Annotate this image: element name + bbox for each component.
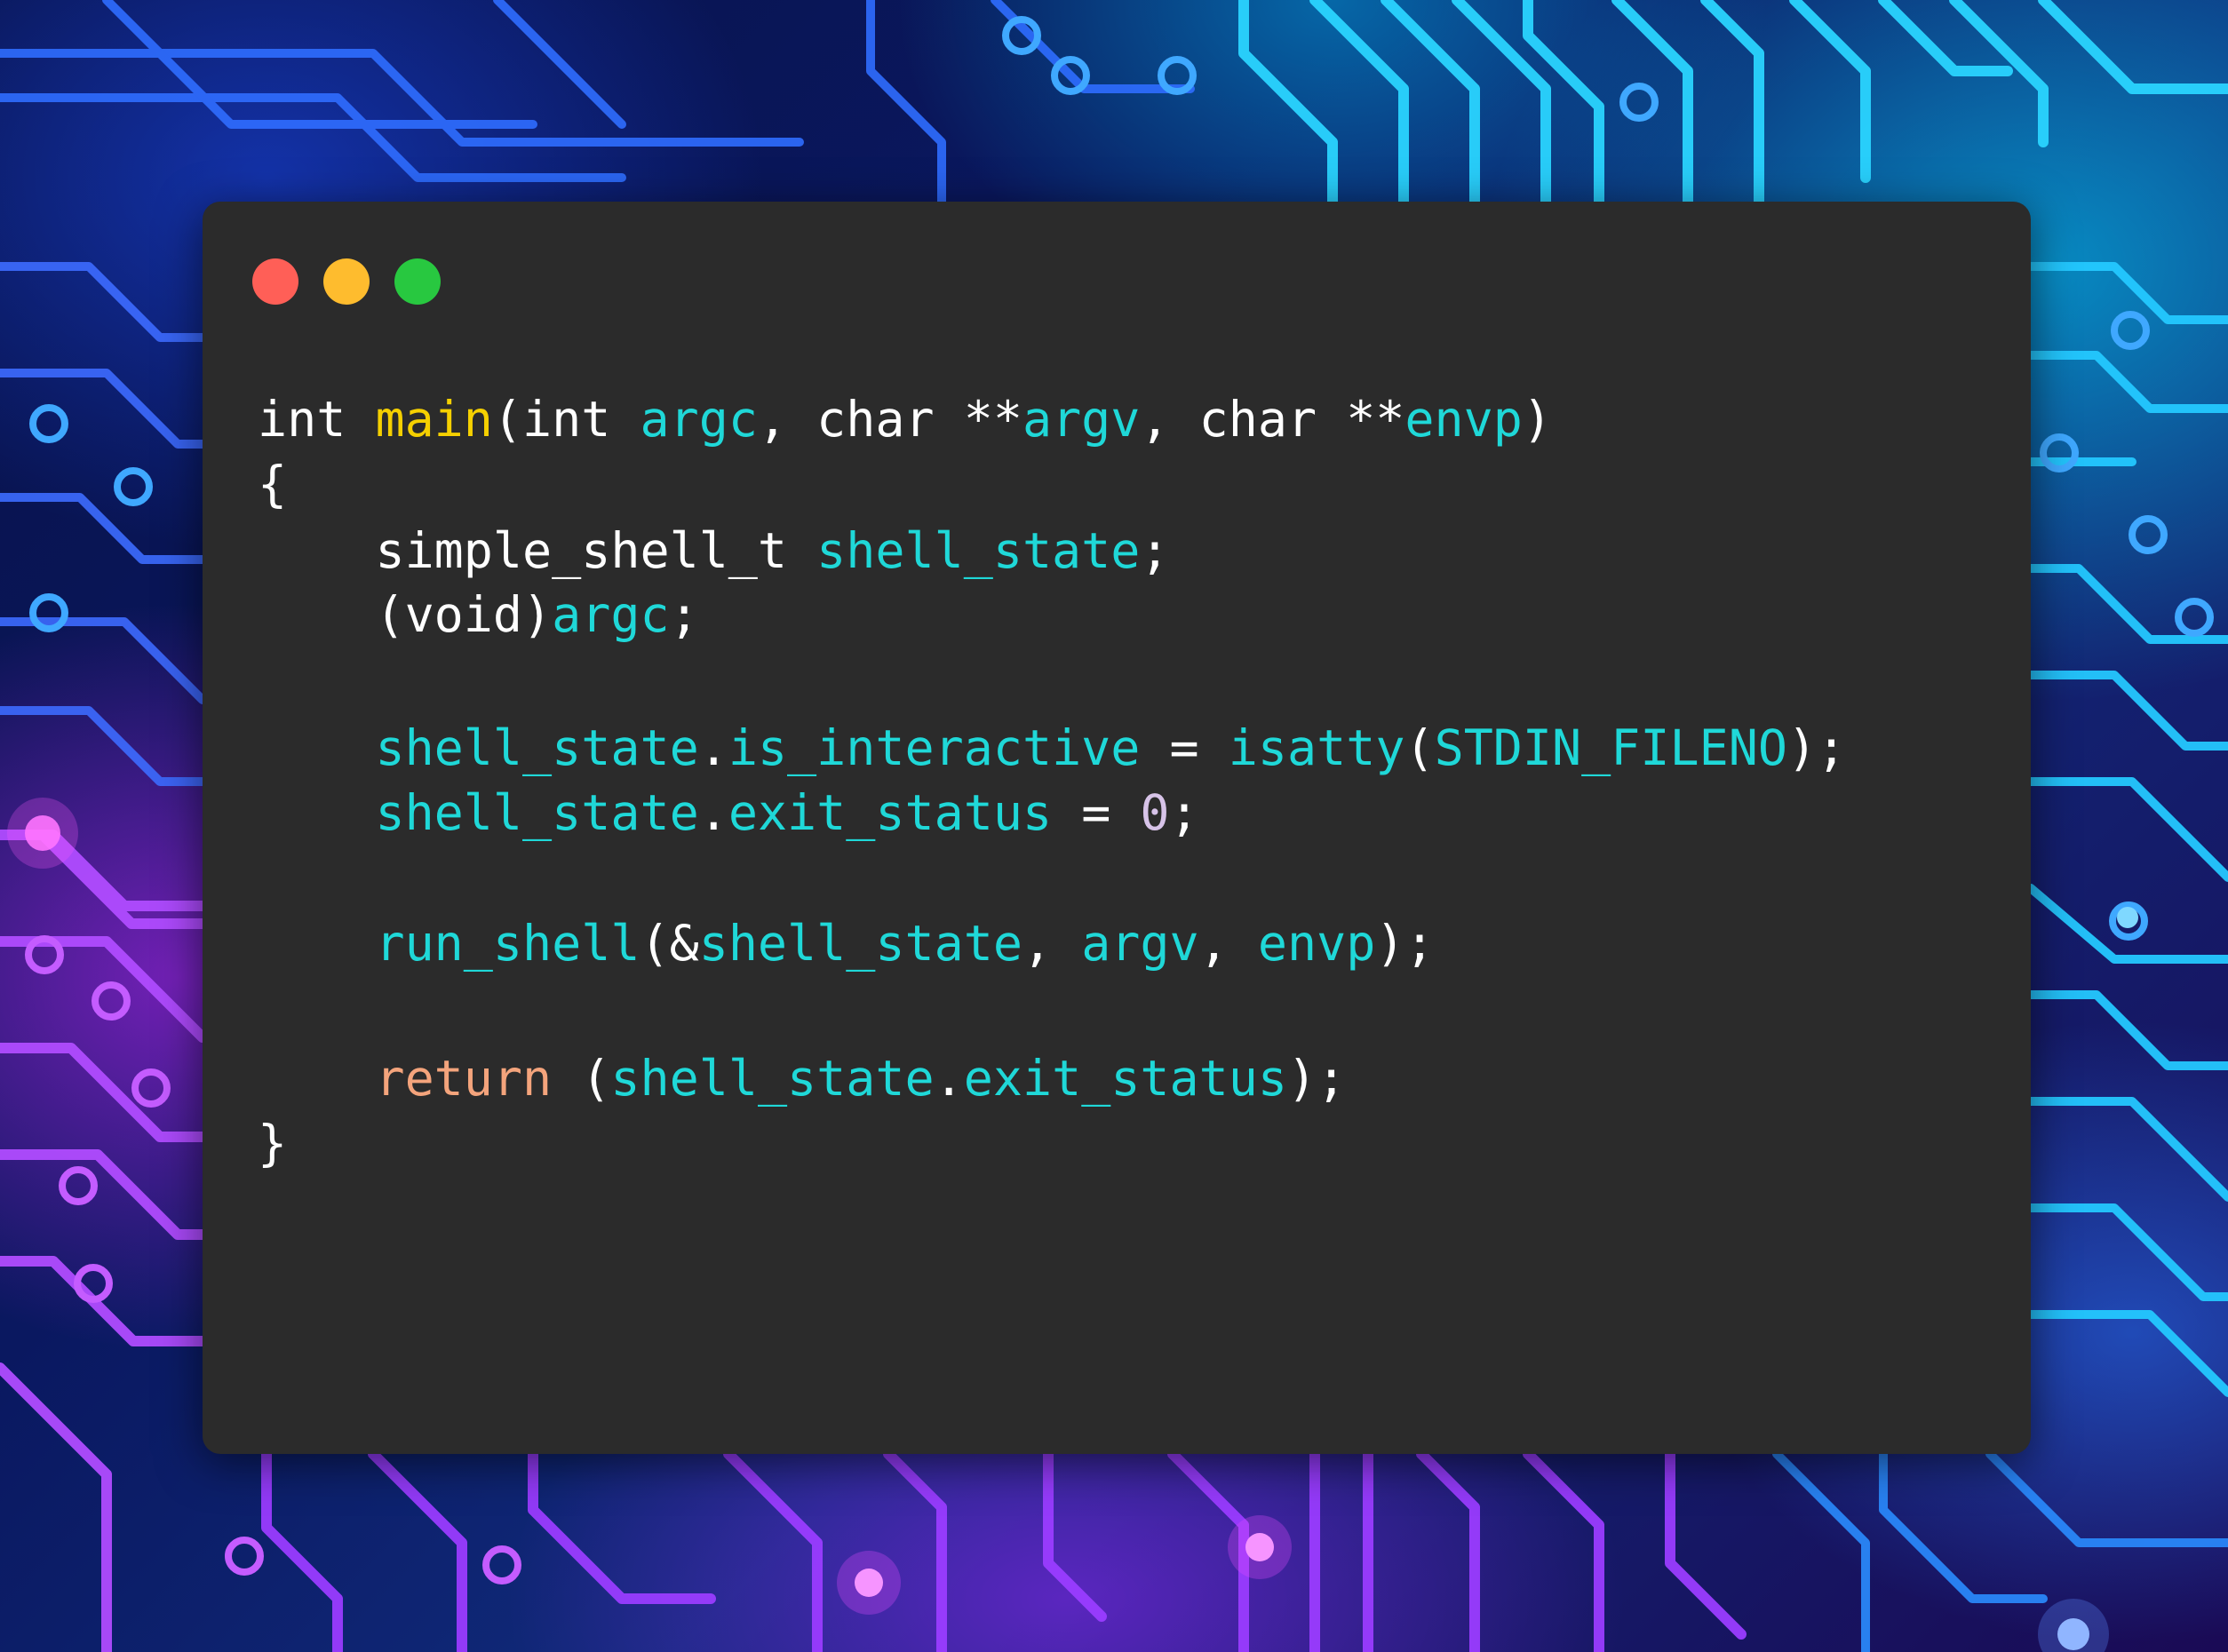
code-line: shell_state.exit_status = 0; (258, 780, 1199, 846)
code-line: } (258, 1110, 287, 1176)
code-token-plain: (void) (258, 586, 553, 643)
code-line: return (shell_state.exit_status); (258, 1045, 1346, 1111)
code-token-identifier: argc (552, 586, 670, 643)
code-token-plain: , (1022, 915, 1082, 972)
code-token-plain: ); (1287, 1050, 1347, 1107)
code-token-number: 0 (1140, 784, 1170, 841)
code-token-plain: ; (1140, 522, 1170, 579)
code-line: simple_shell_t shell_state; (258, 518, 1170, 584)
code-token-plain: } (258, 1115, 288, 1171)
code-token-plain: . (698, 719, 728, 776)
close-window-button[interactable] (252, 258, 298, 305)
code-token-plain: { (258, 456, 288, 512)
code-token-identifier: envp (1404, 391, 1523, 448)
code-token-identifier: shell_state (698, 915, 1022, 972)
code-token-identifier: exit_status (728, 784, 1053, 841)
code-token-plain: int (258, 391, 376, 448)
code-line: { (258, 451, 287, 517)
code-token-identifier: run_shell (375, 915, 641, 972)
code-editor-window: int main(int argc, char **argv, char **e… (203, 202, 2031, 1454)
code-token-plain: ); (1375, 915, 1435, 972)
code-token-keyword-return: return (375, 1050, 553, 1107)
code-line: int main(int argc, char **argv, char **e… (258, 386, 1552, 452)
code-token-function: main (375, 391, 493, 448)
code-line: shell_state.is_interactive = isatty(STDI… (258, 715, 1846, 781)
code-token-identifier: isatty (1228, 719, 1405, 776)
code-token-plain: . (934, 1050, 964, 1107)
code-token-identifier: is_interactive (728, 719, 1141, 776)
code-token-identifier: exit_status (963, 1050, 1287, 1107)
code-token-identifier: shell_state (375, 719, 699, 776)
code-token-plain: ( (1404, 719, 1435, 776)
code-token-plain: ( (552, 1050, 611, 1107)
code-token-plain: ); (1786, 719, 1847, 776)
code-token-identifier: shell_state (610, 1050, 935, 1107)
code-token-plain: = (1052, 784, 1141, 841)
code-token-plain: , char ** (1140, 391, 1405, 448)
code-token-identifier: argc (640, 391, 758, 448)
code-token-identifier: argv (1022, 391, 1141, 448)
code-token-plain: simple_shell_t (258, 522, 817, 579)
code-token-plain: = (1140, 719, 1229, 776)
minimize-window-button[interactable] (323, 258, 370, 305)
code-token-plain: , char ** (757, 391, 1022, 448)
code-token-plain: (& (640, 915, 699, 972)
code-token-plain: ) (1522, 391, 1552, 448)
code-token-identifier: argv (1081, 915, 1199, 972)
code-token-identifier: shell_state (375, 784, 699, 841)
code-token-identifier: STDIN_FILENO (1434, 719, 1787, 776)
code-line: run_shell(&shell_state, argv, envp); (258, 910, 1435, 976)
maximize-window-button[interactable] (394, 258, 441, 305)
code-token-identifier: shell_state (816, 522, 1141, 579)
code-token-plain: ; (669, 586, 699, 643)
code-token-plain: , (1198, 915, 1258, 972)
code-token-plain: (int (492, 391, 641, 448)
code-token-plain: ; (1169, 784, 1199, 841)
code-line: (void)argc; (258, 582, 699, 647)
code-token-identifier: envp (1257, 915, 1376, 972)
circuit-board-background: int main(int argc, char **argv, char **e… (0, 0, 2228, 1652)
code-token-plain: . (698, 784, 728, 841)
